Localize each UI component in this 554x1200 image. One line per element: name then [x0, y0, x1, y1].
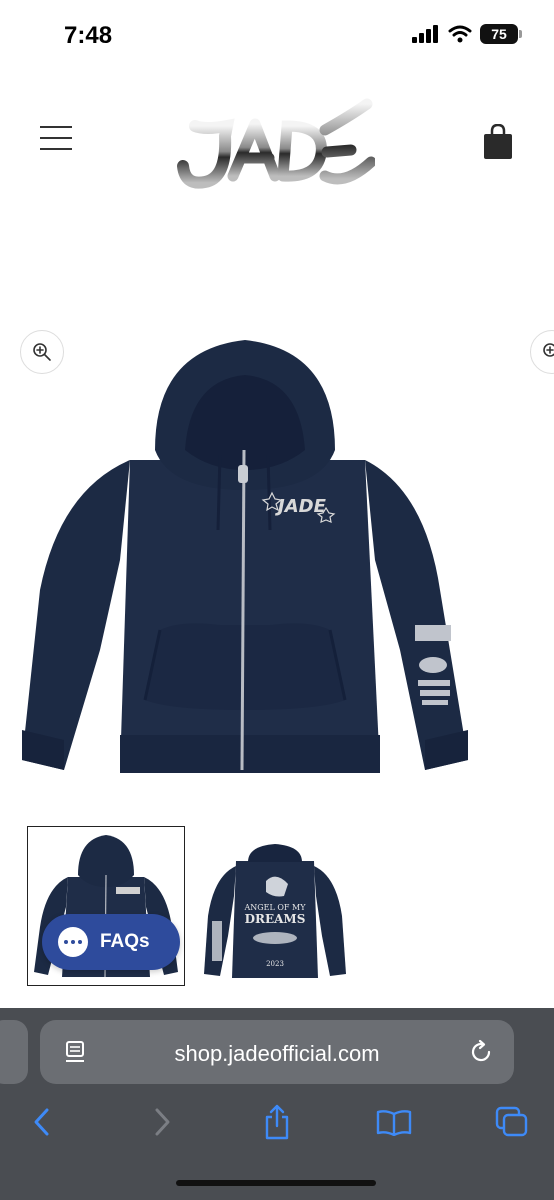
home-indicator[interactable]: [176, 1180, 376, 1186]
browser-chrome: shop.jadeofficial.com: [0, 1008, 554, 1200]
menu-line-icon: [40, 148, 72, 150]
book-icon: [376, 1110, 412, 1136]
menu-line-icon: [40, 126, 72, 128]
back-print-line-2: DREAMS: [245, 912, 306, 926]
wifi-icon: [448, 25, 472, 43]
previous-tab-peek[interactable]: [0, 1020, 28, 1084]
url-text: shop.jadeofficial.com: [174, 1041, 380, 1066]
product-gallery: JADE: [0, 310, 554, 800]
chat-bubble-icon: [58, 927, 88, 957]
chevron-right-icon: [155, 1108, 170, 1136]
back-print-line-1: ANGEL OF MY: [244, 903, 307, 912]
battery-level: 75: [491, 26, 507, 42]
thumbnail-back[interactable]: ANGEL OF MY DREAMS 2023: [196, 826, 354, 986]
next-image-zoom-button[interactable]: [530, 330, 554, 374]
bookmarks-button[interactable]: [372, 1100, 416, 1144]
faqs-chat-button[interactable]: FAQs: [42, 914, 180, 970]
tabs-button[interactable]: [490, 1100, 534, 1144]
zoom-in-icon: [543, 343, 554, 357]
status-bar: 7:48 75: [0, 0, 554, 70]
faqs-label: FAQs: [100, 931, 150, 952]
back-button[interactable]: [20, 1100, 64, 1144]
hamburger-menu-button[interactable]: [40, 126, 72, 156]
battery-icon: 75: [480, 24, 522, 44]
share-button[interactable]: [255, 1100, 299, 1144]
reload-icon[interactable]: [468, 1039, 494, 1065]
clock: 7:48: [64, 22, 113, 49]
share-icon: [265, 1104, 289, 1140]
forward-button[interactable]: [140, 1100, 184, 1144]
brand-logo[interactable]: [175, 96, 375, 196]
tabs-icon: [495, 1106, 528, 1137]
address-bar[interactable]: shop.jadeofficial.com: [40, 1020, 514, 1084]
chevron-left-icon: [34, 1108, 49, 1136]
status-icons: 75: [412, 24, 522, 44]
thumbnail-back-image: ANGEL OF MY DREAMS 2023: [204, 844, 346, 978]
shopping-bag-icon[interactable]: [482, 124, 514, 160]
back-print-year: 2023: [266, 960, 284, 968]
cellular-signal-icon: [412, 25, 438, 43]
menu-line-icon: [40, 137, 72, 139]
site-header: [0, 80, 554, 210]
product-main-image[interactable]: JADE: [20, 330, 475, 790]
sleeve-print: [415, 625, 451, 705]
browser-toolbar: [0, 1100, 554, 1160]
